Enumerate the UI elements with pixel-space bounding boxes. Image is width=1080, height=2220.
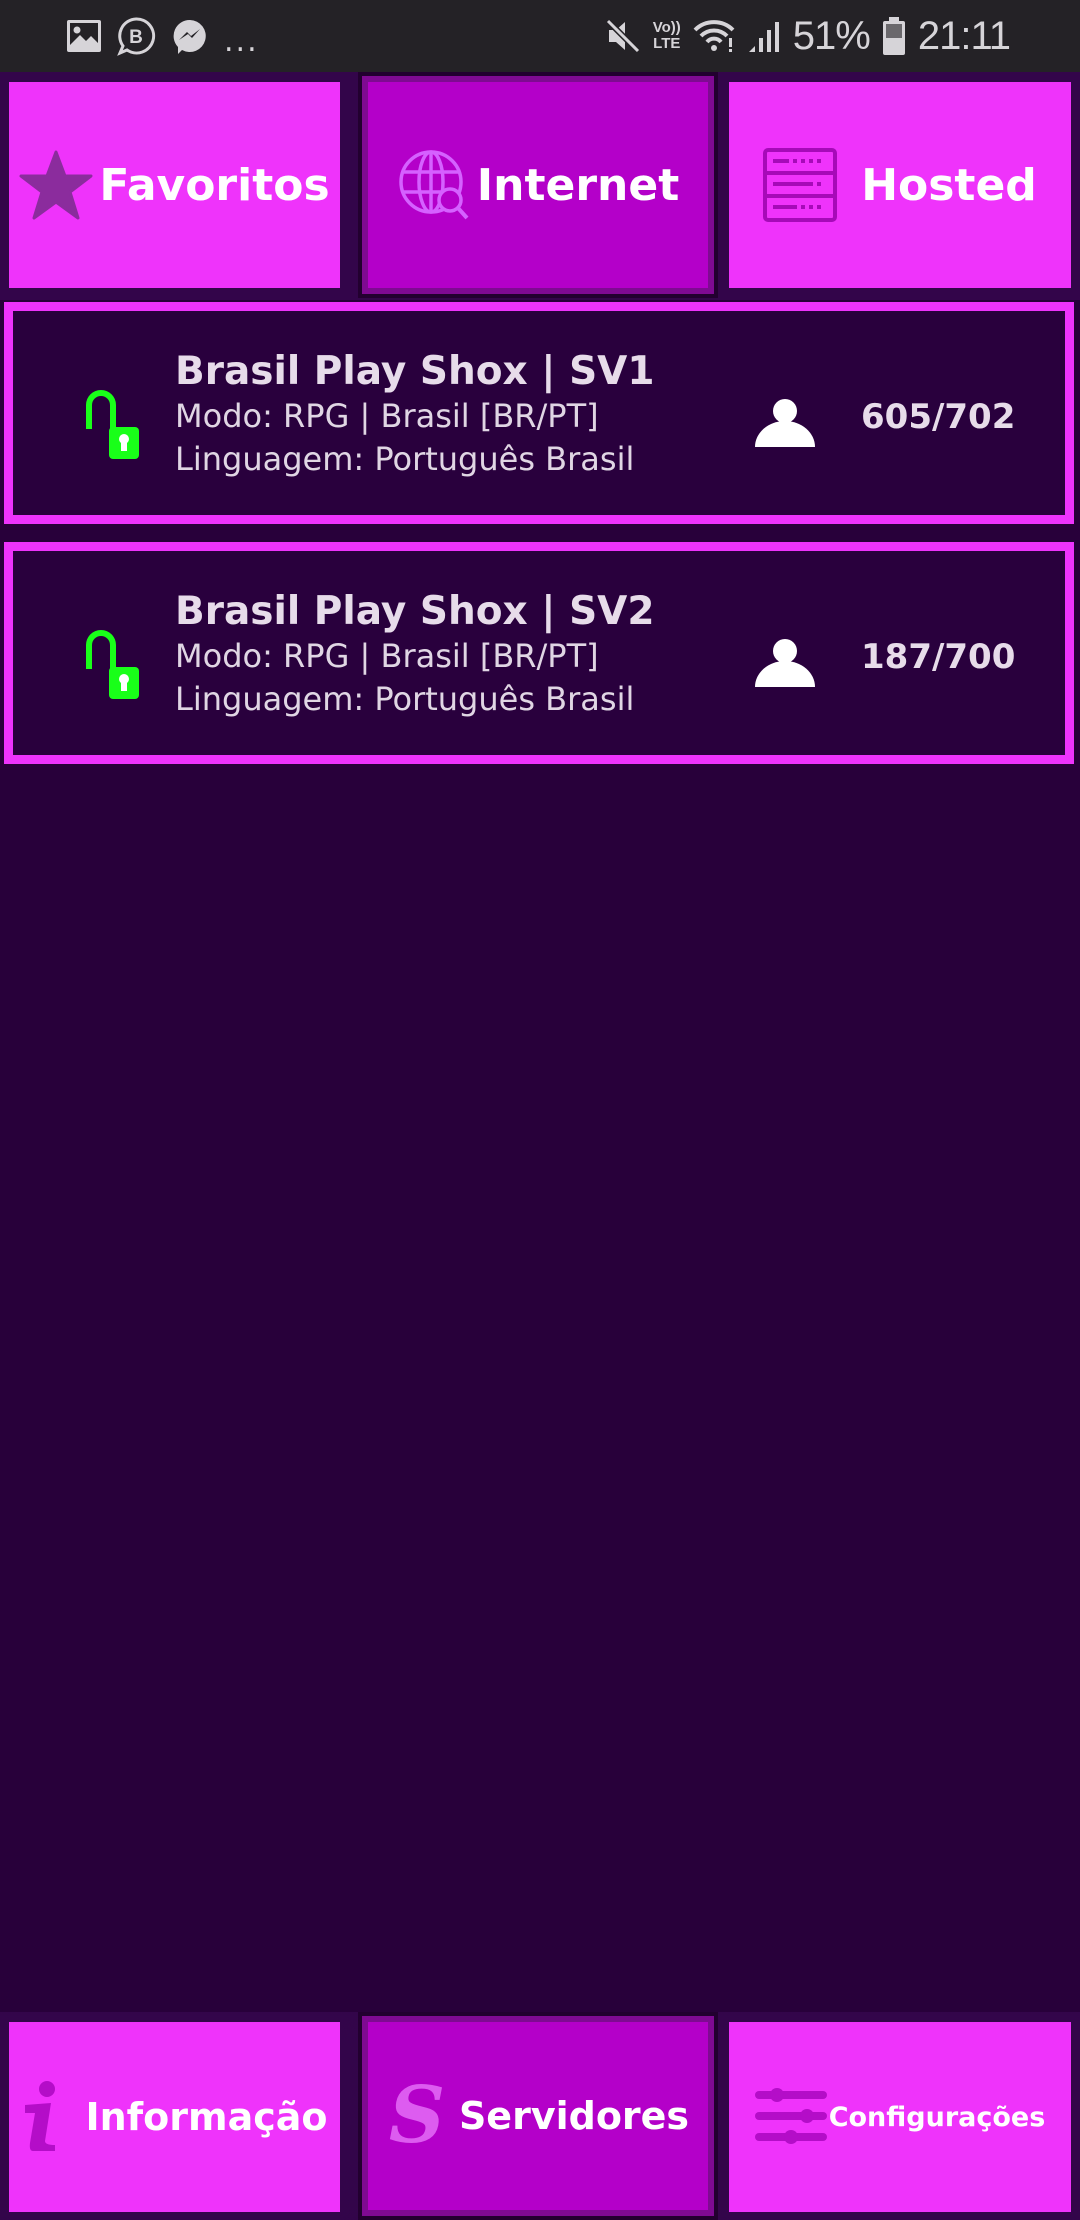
unlocked-icon xyxy=(86,390,139,459)
svg-text:S: S xyxy=(389,2078,445,2154)
gothic-s-icon: S xyxy=(389,2078,445,2154)
gallery-icon xyxy=(67,20,101,52)
bottom-nav-bar: Informação S Servidores Configurações xyxy=(0,2012,1080,2220)
tab-label: Servidores xyxy=(458,2094,690,2138)
server-icon xyxy=(763,148,838,222)
tab-configuracoes[interactable]: Configurações xyxy=(729,2022,1071,2212)
server-mode: Modo: RPG | Brasil [BR/PT] xyxy=(175,637,599,675)
battery-percent: 51% xyxy=(792,13,871,58)
top-tab-bar: Favoritos Internet Hosted xyxy=(0,72,1080,300)
tab-label: Internet xyxy=(476,159,680,211)
tab-label: Informação xyxy=(85,2095,328,2139)
unlocked-icon xyxy=(86,630,139,699)
svg-text:B: B xyxy=(129,27,143,48)
messenger-icon xyxy=(173,19,206,54)
server-info: Brasil Play Shox | SV2 Modo: RPG | Brasi… xyxy=(175,589,654,721)
server-name: Brasil Play Shox | SV1 xyxy=(175,349,655,394)
server-name: Brasil Play Shox | SV2 xyxy=(175,589,655,634)
more-notifications: ... xyxy=(224,23,259,59)
player-count: 187/700 xyxy=(861,637,1016,677)
volte-icon: Vo)) LTE xyxy=(652,19,681,52)
server-mode: Modo: RPG | Brasil [BR/PT] xyxy=(175,397,599,435)
signal-icon xyxy=(748,22,779,52)
sliders-icon xyxy=(754,2088,827,2144)
status-bar: B ... Vo)) LTE 51% 21:11 xyxy=(0,0,1080,72)
player-count: 605/702 xyxy=(861,397,1016,437)
mute-icon xyxy=(605,18,640,54)
tab-informacao[interactable]: Informação xyxy=(9,2022,340,2212)
battery-icon xyxy=(882,17,905,55)
tab-hosted[interactable]: Hosted xyxy=(729,82,1071,288)
server-language: Linguagem: Português Brasil xyxy=(175,440,635,478)
globe-search-icon xyxy=(399,150,469,220)
business-chat-icon: B xyxy=(117,17,156,56)
tab-internet[interactable]: Internet xyxy=(362,76,714,294)
server-card[interactable]: Brasil Play Shox | SV1 Modo: RPG | Brasi… xyxy=(4,302,1074,524)
player-icon xyxy=(755,399,815,447)
info-icon xyxy=(25,2081,56,2151)
star-icon xyxy=(19,150,93,220)
player-icon xyxy=(755,639,815,687)
server-card[interactable]: Brasil Play Shox | SV2 Modo: RPG | Brasi… xyxy=(4,542,1074,764)
tab-label: Hosted xyxy=(861,159,1037,211)
wifi-icon xyxy=(693,20,735,52)
tab-favoritos[interactable]: Favoritos xyxy=(9,82,340,288)
server-language: Linguagem: Português Brasil xyxy=(175,680,635,718)
server-info: Brasil Play Shox | SV1 Modo: RPG | Brasi… xyxy=(175,349,654,481)
clock: 21:11 xyxy=(917,13,1011,58)
tab-servidores[interactable]: S Servidores xyxy=(362,2016,714,2216)
tab-label: Configurações xyxy=(828,2101,1046,2133)
tab-label: Favoritos xyxy=(99,159,330,211)
